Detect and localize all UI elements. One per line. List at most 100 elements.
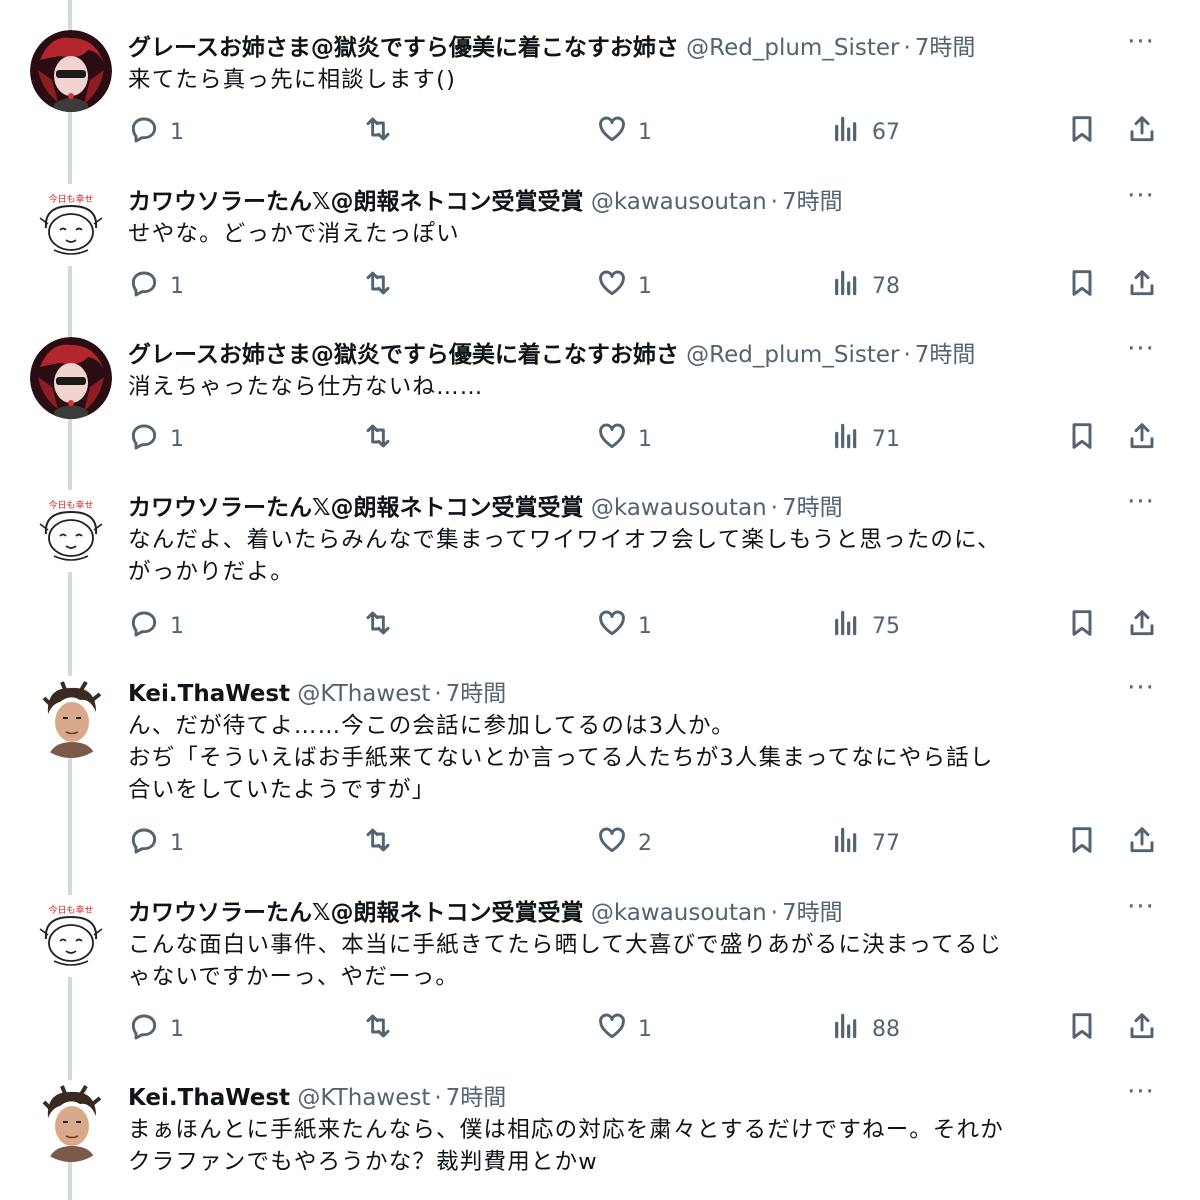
- more-options-icon[interactable]: ···: [1124, 1079, 1158, 1110]
- avatar[interactable]: [30, 1080, 112, 1162]
- timestamp[interactable]: 7時間: [915, 35, 976, 61]
- views-button[interactable]: 77: [830, 823, 900, 863]
- share-icon: [1126, 824, 1158, 862]
- heart-icon: [596, 607, 628, 645]
- author-name[interactable]: カワウソラーたん𝕏@朗報ネトコン受賞受賞: [128, 495, 584, 521]
- share-button[interactable]: [1126, 112, 1158, 152]
- author-handle[interactable]: @KThawest: [297, 1085, 430, 1111]
- retweet-icon: [362, 113, 394, 151]
- like-button[interactable]: 1: [596, 606, 652, 646]
- author-handle[interactable]: @kawausoutan: [591, 189, 767, 215]
- author-handle[interactable]: @kawausoutan: [591, 900, 767, 926]
- view-count: 88: [872, 1016, 900, 1042]
- reply-icon: [128, 824, 160, 862]
- separator: ·: [434, 1085, 442, 1111]
- timestamp[interactable]: 7時間: [782, 495, 843, 521]
- like-button[interactable]: 1: [596, 419, 652, 459]
- author-name[interactable]: Kei.ThaWest: [128, 1085, 290, 1111]
- author-name[interactable]: Kei.ThaWest: [128, 681, 290, 707]
- retweet-button[interactable]: [362, 1009, 394, 1049]
- reply-button[interactable]: 1: [128, 112, 184, 152]
- tweet-actions: 1 1 88: [0, 1009, 1200, 1049]
- timestamp[interactable]: 7時間: [915, 342, 976, 368]
- reply-button[interactable]: 1: [128, 419, 184, 459]
- bookmark-button[interactable]: [1066, 823, 1098, 863]
- share-button[interactable]: [1126, 823, 1158, 863]
- more-options-icon[interactable]: ···: [1124, 489, 1158, 520]
- share-button[interactable]: [1126, 1009, 1158, 1049]
- bookmark-icon: [1066, 824, 1098, 862]
- avatar[interactable]: [30, 337, 112, 419]
- tweet-actions: 1 1 67: [0, 112, 1200, 152]
- share-icon: [1126, 607, 1158, 645]
- views-button[interactable]: 75: [830, 606, 900, 646]
- bookmark-button[interactable]: [1066, 112, 1098, 152]
- timestamp[interactable]: 7時間: [446, 681, 507, 707]
- tweet-text: せやな。どっかで消えたっぽい: [128, 221, 460, 247]
- svg-text:今日も幸せ: 今日も幸せ: [48, 499, 93, 511]
- bookmark-button[interactable]: [1066, 266, 1098, 306]
- like-button[interactable]: 1: [596, 112, 652, 152]
- reply-button[interactable]: 1: [128, 1009, 184, 1049]
- bookmark-button[interactable]: [1066, 419, 1098, 459]
- tweet-text: こんな面白い事件、本当に手紙きてたら晒して大喜びで盛りあがるに決まってるじ ゃな…: [128, 932, 1003, 990]
- reply-button[interactable]: 1: [128, 266, 184, 306]
- timestamp[interactable]: 7時間: [782, 189, 843, 215]
- bookmark-button[interactable]: [1066, 1009, 1098, 1049]
- retweet-button[interactable]: [362, 112, 394, 152]
- view-count: 67: [872, 119, 900, 145]
- tweet-actions: 1 1 78: [0, 266, 1200, 306]
- author-handle[interactable]: @Red_plum_Sister: [686, 35, 899, 61]
- reply-icon: [128, 420, 160, 458]
- retweet-button[interactable]: [362, 266, 394, 306]
- timestamp[interactable]: 7時間: [782, 900, 843, 926]
- tweet-text: なんだよ、着いたらみんなで集まってワイワイオフ会して楽しもうと思ったのに、 がっ…: [128, 527, 1001, 585]
- like-count: 1: [638, 273, 652, 299]
- avatar[interactable]: [30, 30, 112, 112]
- share-button[interactable]: [1126, 419, 1158, 459]
- avatar[interactable]: 今日も幸せ: [30, 184, 112, 266]
- retweet-button[interactable]: [362, 823, 394, 863]
- author-name[interactable]: グレースお姉さま@獄炎ですら優美に着こなすお姉さ: [128, 35, 679, 61]
- like-button[interactable]: 1: [596, 1009, 652, 1049]
- like-button[interactable]: 1: [596, 266, 652, 306]
- like-button[interactable]: 2: [596, 823, 652, 863]
- reply-button[interactable]: 1: [128, 606, 184, 646]
- bookmark-button[interactable]: [1066, 606, 1098, 646]
- views-chart-icon: [830, 420, 862, 458]
- more-options-icon[interactable]: ···: [1124, 183, 1158, 214]
- heart-icon: [596, 420, 628, 458]
- views-button[interactable]: 78: [830, 266, 900, 306]
- views-button[interactable]: 71: [830, 419, 900, 459]
- separator: ·: [770, 900, 778, 926]
- tweet-text: 消えちゃったなら仕方ないね……: [128, 374, 484, 400]
- avatar[interactable]: 今日も幸せ: [30, 490, 112, 572]
- reply-icon: [128, 113, 160, 151]
- retweet-button[interactable]: [362, 606, 394, 646]
- more-options-icon[interactable]: ···: [1124, 29, 1158, 60]
- more-options-icon[interactable]: ···: [1124, 336, 1158, 367]
- more-options-icon[interactable]: ···: [1124, 675, 1158, 706]
- share-button[interactable]: [1126, 606, 1158, 646]
- more-options-icon[interactable]: ···: [1124, 894, 1158, 925]
- share-button[interactable]: [1126, 266, 1158, 306]
- view-count: 77: [872, 830, 900, 856]
- author-handle[interactable]: @kawausoutan: [591, 495, 767, 521]
- like-count: 1: [638, 1016, 652, 1042]
- views-button[interactable]: 88: [830, 1009, 900, 1049]
- retweet-button[interactable]: [362, 419, 394, 459]
- author-name[interactable]: グレースお姉さま@獄炎ですら優美に着こなすお姉さ: [128, 342, 679, 368]
- bookmark-icon: [1066, 607, 1098, 645]
- author-name[interactable]: カワウソラーたん𝕏@朗報ネトコン受賞受賞: [128, 189, 584, 215]
- avatar[interactable]: [30, 676, 112, 758]
- like-count: 1: [638, 426, 652, 452]
- author-name[interactable]: カワウソラーたん𝕏@朗報ネトコン受賞受賞: [128, 900, 584, 926]
- view-count: 78: [872, 273, 900, 299]
- author-handle[interactable]: @KThawest: [297, 681, 430, 707]
- reply-button[interactable]: 1: [128, 823, 184, 863]
- heart-icon: [596, 1010, 628, 1048]
- timestamp[interactable]: 7時間: [446, 1085, 507, 1111]
- author-handle[interactable]: @Red_plum_Sister: [686, 342, 899, 368]
- views-button[interactable]: 67: [830, 112, 900, 152]
- avatar[interactable]: 今日も幸せ: [30, 895, 112, 977]
